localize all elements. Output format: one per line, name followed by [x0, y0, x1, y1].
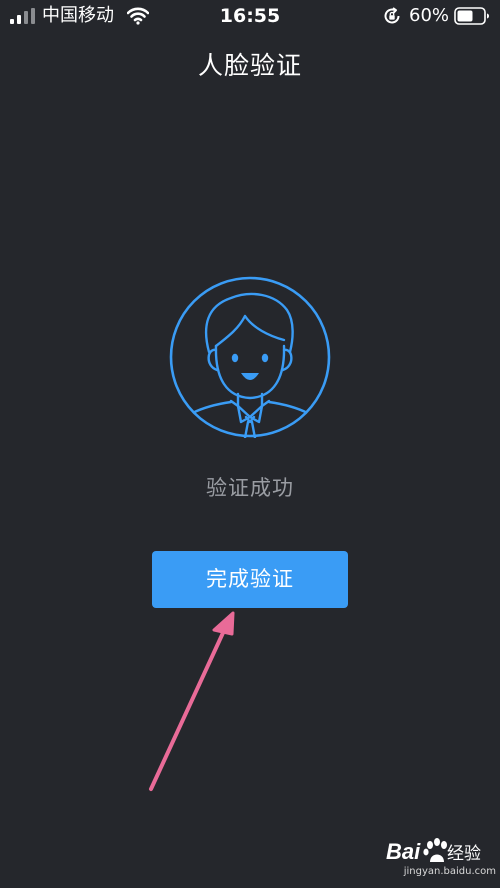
rotation-lock-icon	[384, 7, 400, 24]
svg-text:Bai: Bai	[386, 839, 421, 864]
battery-percent: 60%	[409, 5, 450, 26]
watermark-url: jingyan.baidu.com	[403, 866, 496, 877]
verification-status-text: 验证成功	[206, 476, 294, 500]
complete-verification-button[interactable]: 完成验证	[152, 551, 348, 608]
baidu-logo-icon: Bai 经验	[386, 838, 481, 864]
status-bar: 中国移动 16:55 60%	[0, 0, 500, 34]
page-title: 人脸验证	[197, 51, 302, 80]
annotation-arrow	[149, 611, 235, 791]
baidu-jingyan-watermark: Bai 经验 jingyan.baidu.com	[386, 832, 496, 884]
face-avatar-icon	[169, 276, 331, 438]
svg-text:经验: 经验	[447, 844, 481, 864]
battery-icon	[454, 7, 489, 25]
